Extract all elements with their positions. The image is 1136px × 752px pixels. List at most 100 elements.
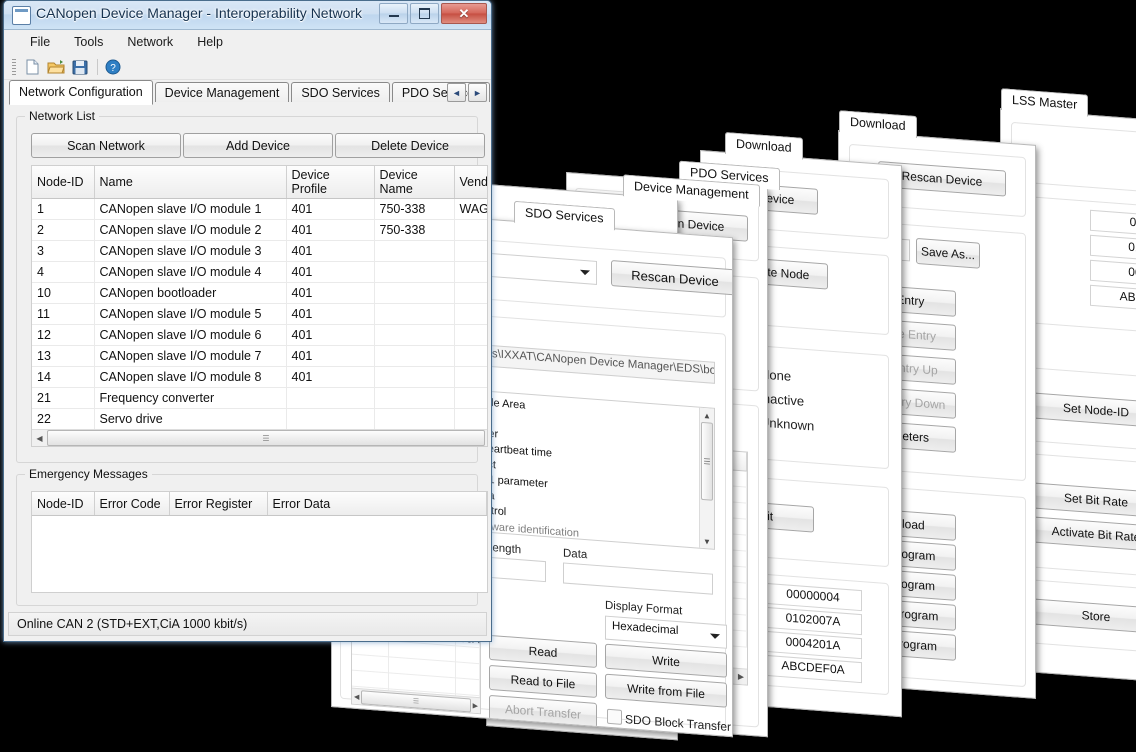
sdo-display-format-value: Hexadecimal: [612, 620, 679, 638]
lss-value-3: ABCDEF0A: [1090, 284, 1136, 314]
menu-item-tools[interactable]: Tools: [62, 32, 115, 52]
tab-scroll-right-icon[interactable]: ►: [468, 83, 487, 102]
network-list-legend: Network List: [25, 109, 100, 123]
window-title: CANopen Device Manager - Interoperabilit…: [36, 5, 363, 21]
lss-set-node-id-button[interactable]: Set Node-ID: [1032, 392, 1136, 429]
main-window: CANopen Device Manager - Interoperabilit…: [3, 0, 492, 642]
table-row[interactable]: 22 Servo drive: [32, 408, 487, 430]
network-list-group: Network List Scan Network Add Device Del…: [16, 109, 488, 463]
table-row[interactable]: 13 CANopen slave I/O module 7 401: [32, 345, 487, 367]
lss-value-0: 00000004: [1090, 209, 1136, 239]
app-icon: [12, 6, 31, 25]
sdo-data-label: Data: [563, 547, 588, 562]
delete-device-button[interactable]: Delete Device: [335, 133, 485, 158]
sdo-rescan-device-button[interactable]: Rescan Device: [611, 260, 732, 296]
tab-network-configuration[interactable]: Network Configuration: [9, 80, 153, 105]
table-row[interactable]: 1 CANopen slave I/O module 1 401 750-338 WAG…: [32, 198, 487, 220]
lss-value-4: 10: [1089, 338, 1136, 367]
scroll-up-icon[interactable]: ▲: [700, 408, 714, 423]
window-controls: ✕: [379, 3, 487, 24]
close-button[interactable]: ✕: [441, 3, 487, 24]
menu-item-file[interactable]: File: [18, 32, 62, 52]
emergency-messages-group: Emergency Messages Node-ID Error Code Er…: [16, 467, 488, 606]
col-device-profile: Device Profile: [286, 166, 375, 199]
network-list-hscrollbar[interactable]: ◀ ☰: [32, 429, 487, 446]
lss-set-bit-rate-button[interactable]: Set Bit Rate: [1032, 482, 1136, 519]
col-emg-error-data: Error Data: [267, 492, 487, 516]
lss-value-1: 0102007A: [1090, 234, 1136, 264]
sdo-write-button[interactable]: Write: [605, 643, 727, 678]
scroll-left-icon[interactable]: ◀: [32, 431, 47, 446]
scroll-thumb[interactable]: ☰: [701, 421, 713, 501]
tab-scroll-left-icon[interactable]: ◄: [447, 83, 466, 102]
save-disk-icon[interactable]: [69, 57, 91, 77]
table-row[interactable]: 2 CANopen slave I/O module 2 401 750-338: [32, 219, 487, 241]
add-device-button[interactable]: Add Device: [183, 133, 333, 158]
minimize-icon: [388, 15, 399, 17]
tool-bar: ?: [4, 54, 491, 80]
ds-value-3: ABCDEF0A: [764, 654, 862, 684]
emergency-messages-legend: Emergency Messages: [25, 467, 152, 481]
menu-item-help[interactable]: Help: [185, 32, 235, 52]
col-emg-node-id: Node-ID: [32, 492, 95, 516]
open-folder-icon[interactable]: [45, 57, 67, 77]
help-icon[interactable]: ?: [102, 57, 124, 77]
table-row[interactable]: 3 CANopen slave I/O module 3 401: [32, 240, 487, 262]
maximize-button[interactable]: [410, 3, 439, 24]
chevron-down-icon: [580, 269, 590, 276]
lss-store-button[interactable]: Store: [1032, 598, 1136, 635]
menu-bar: File Tools Network Help: [4, 30, 491, 54]
scroll-right-icon[interactable]: ▶: [473, 701, 478, 709]
table-row[interactable]: 11 CANopen slave I/O module 5 401: [32, 303, 487, 325]
table-row[interactable]: 21 Frequency converter: [32, 387, 487, 409]
col-name: Name: [94, 166, 287, 199]
sdo-read-to-file-button[interactable]: Read to File: [489, 664, 597, 699]
menu-item-network[interactable]: Network: [115, 32, 185, 52]
network-list-body: 1 CANopen slave I/O module 1 401 750-338 WAG…: [32, 198, 487, 446]
emergency-messages-table[interactable]: Node-ID Error Code Error Register Error …: [31, 491, 488, 593]
tab-scroll-controls: ◄ ►: [447, 83, 487, 102]
title-bar[interactable]: CANopen Device Manager - Interoperabilit…: [4, 1, 491, 30]
close-icon: ✕: [458, 5, 470, 21]
table-row[interactable]: 12 CANopen slave I/O module 6 401: [32, 324, 487, 346]
sdo-read-button[interactable]: Read: [489, 634, 597, 669]
tab-sdo-services[interactable]: SDO Services: [291, 82, 390, 104]
status-bar: Online CAN 2 (STD+EXT,CiA 1000 kbit/s): [8, 612, 487, 636]
table-row[interactable]: 4 CANopen slave I/O module 4 401: [32, 261, 487, 283]
scroll-thumb[interactable]: ☰: [47, 430, 485, 446]
minimize-button[interactable]: [379, 3, 408, 24]
scroll-down-icon[interactable]: ▼: [700, 534, 714, 549]
screenshot-stage: LSS Master 00000004 0102007A 0004201A AB…: [0, 0, 1136, 752]
emergency-messages-grid: Node-ID Error Code Error Register Error …: [32, 492, 487, 516]
network-list-table[interactable]: Node-ID Name Device Profile Device Name …: [31, 165, 488, 447]
ds-state-unknown: Unknown: [760, 414, 815, 434]
sdo-data-input[interactable]: [563, 562, 713, 595]
sdo-write-from-file-button[interactable]: Write from File: [605, 673, 727, 708]
tab-device-management[interactable]: Device Management: [154, 82, 290, 104]
toolbar-separator: [97, 58, 98, 75]
sdo-block-transfer-checkbox[interactable]: [607, 708, 622, 725]
status-text: Online CAN 2 (STD+EXT,CiA 1000 kbit/s): [17, 617, 248, 631]
sdo-display-format-combo[interactable]: Hexadecimal: [605, 615, 727, 649]
col-emg-error-code: Error Code: [94, 492, 170, 516]
new-document-icon[interactable]: [21, 57, 43, 77]
chevron-down-icon: [710, 633, 720, 640]
table-row[interactable]: 10 CANopen bootloader 401: [32, 282, 487, 304]
col-node-id: Node-ID: [32, 166, 95, 199]
col-device-name: Device Name: [374, 166, 455, 199]
sdo-tree-vscrollbar[interactable]: ▲ ☰ ▼: [699, 407, 714, 549]
network-list-grid: Node-ID Name Device Profile Device Name …: [32, 166, 487, 446]
svg-text:?: ?: [110, 63, 116, 74]
col-emg-error-register: Error Register: [169, 492, 268, 516]
table-row[interactable]: 14 CANopen slave I/O module 8 401: [32, 366, 487, 388]
lss-value-2: 0004201A: [1090, 259, 1136, 289]
scroll-left-icon[interactable]: ◀: [354, 692, 359, 700]
network-configuration-page: Network List Scan Network Add Device Del…: [4, 102, 491, 641]
scan-network-button[interactable]: Scan Network: [31, 133, 181, 158]
toolbar-grip[interactable]: [12, 58, 16, 75]
lss-activate-bit-rate-button[interactable]: Activate Bit Rate: [1032, 516, 1136, 553]
sdo-display-format-label: Display Format: [605, 599, 683, 618]
sdo-length-input[interactable]: [486, 556, 546, 583]
maximize-icon: [419, 8, 430, 19]
de-save-as-button[interactable]: Save As...: [916, 237, 980, 269]
